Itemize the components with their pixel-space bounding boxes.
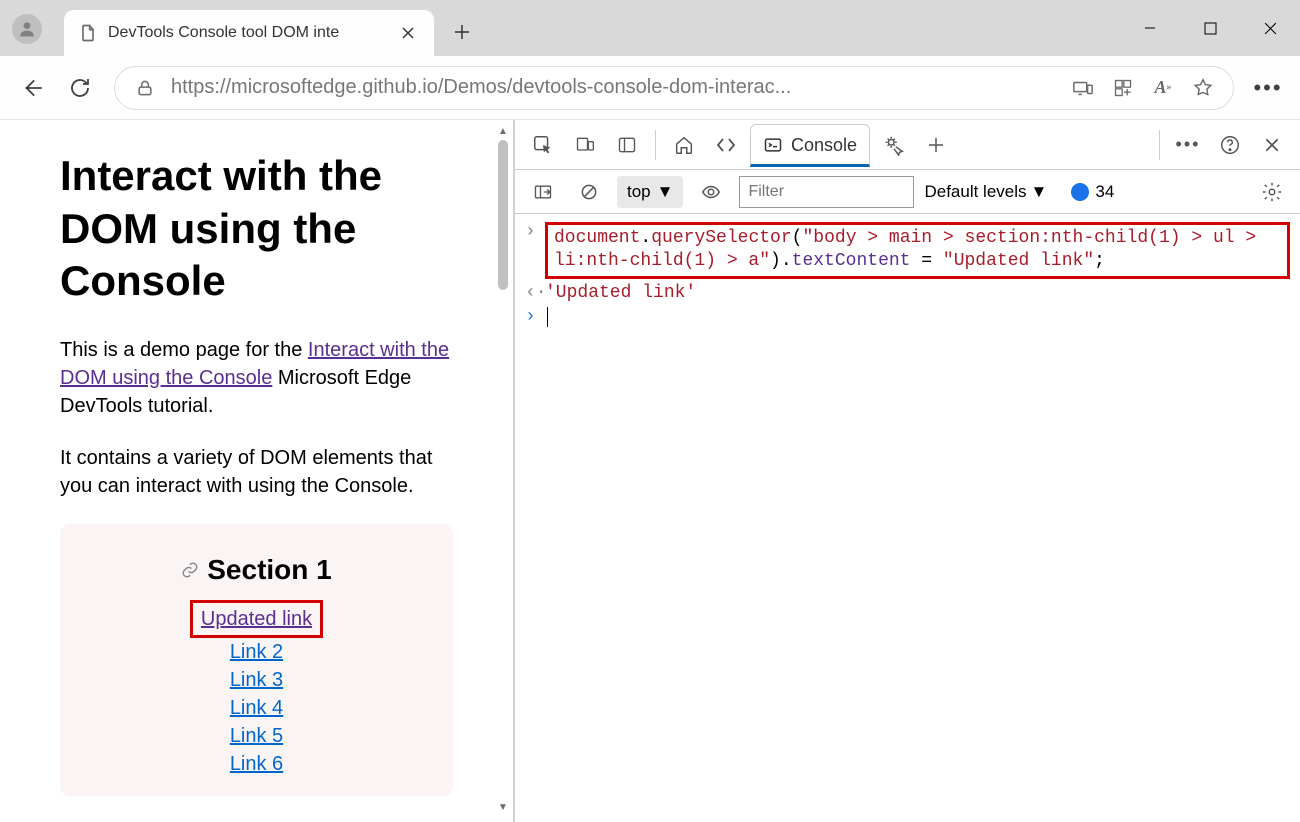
scroll-thumb[interactable] bbox=[498, 140, 508, 290]
page-heading: Interact with the DOM using the Console bbox=[60, 150, 453, 308]
text-cursor bbox=[547, 307, 548, 327]
more-button[interactable]: ••• bbox=[1254, 74, 1282, 102]
devtools-more-button[interactable]: ••• bbox=[1170, 127, 1206, 163]
clear-console-button[interactable] bbox=[571, 174, 607, 210]
log-levels-selector[interactable]: Default levels ▼ bbox=[924, 182, 1047, 202]
console-tab[interactable]: Console bbox=[750, 124, 870, 167]
page-icon bbox=[78, 23, 98, 43]
section-link-6[interactable]: Link 6 bbox=[230, 753, 283, 775]
section-link-5[interactable]: Link 5 bbox=[230, 725, 283, 747]
sources-tab[interactable] bbox=[876, 127, 912, 163]
console-settings-button[interactable] bbox=[1254, 174, 1290, 210]
toggle-sidebar-button[interactable] bbox=[525, 174, 561, 210]
dock-side-button[interactable] bbox=[609, 127, 645, 163]
device-emulation-button[interactable] bbox=[567, 127, 603, 163]
description-paragraph: It contains a variety of DOM elements th… bbox=[60, 444, 453, 500]
tab-close-button[interactable] bbox=[396, 21, 420, 45]
intro-paragraph: This is a demo page for the Interact wit… bbox=[60, 336, 453, 420]
window-minimize-button[interactable] bbox=[1120, 0, 1180, 56]
devtools-close-button[interactable] bbox=[1254, 127, 1290, 163]
section-link-1[interactable]: Updated link bbox=[201, 608, 312, 630]
console-prompt[interactable]: › bbox=[525, 305, 1290, 329]
prompt-chevron-icon: › bbox=[525, 307, 537, 327]
message-count[interactable]: 34 bbox=[1071, 182, 1114, 202]
lock-icon bbox=[131, 74, 159, 102]
section-heading: Section 1 bbox=[181, 554, 331, 586]
more-tabs-button[interactable] bbox=[918, 127, 954, 163]
scroll-up-icon[interactable]: ▲ bbox=[495, 126, 511, 140]
profile-avatar[interactable] bbox=[12, 14, 42, 44]
collections-icon[interactable] bbox=[1109, 74, 1137, 102]
console-output-row: ‹· 'Updated link' bbox=[525, 281, 1290, 305]
console-command: document.querySelector("body > main > se… bbox=[545, 222, 1290, 279]
address-bar[interactable]: https://microsoftedge.github.io/Demos/de… bbox=[114, 66, 1234, 110]
console-input-row: › document.querySelector("body > main > … bbox=[525, 220, 1290, 281]
window-maximize-button[interactable] bbox=[1180, 0, 1240, 56]
device-icon[interactable] bbox=[1069, 74, 1097, 102]
context-selector[interactable]: top ▼ bbox=[617, 176, 683, 208]
chevron-down-icon: ▼ bbox=[657, 182, 674, 202]
refresh-button[interactable] bbox=[66, 74, 94, 102]
chevron-down-icon: ▼ bbox=[1031, 182, 1048, 202]
console-filter-input[interactable] bbox=[739, 176, 914, 208]
welcome-tab[interactable] bbox=[666, 127, 702, 163]
section-link-4[interactable]: Link 4 bbox=[230, 697, 283, 719]
scroll-down-icon[interactable]: ▼ bbox=[495, 802, 511, 816]
back-button[interactable] bbox=[18, 74, 46, 102]
live-expression-button[interactable] bbox=[693, 174, 729, 210]
section-card: Section 1 Updated link Link 2 Link 3 Lin… bbox=[60, 524, 453, 796]
devtools-help-button[interactable] bbox=[1212, 127, 1248, 163]
link-icon bbox=[181, 561, 199, 579]
page-scrollbar[interactable]: ▲ ▼ bbox=[495, 126, 511, 816]
new-tab-button[interactable] bbox=[442, 12, 482, 52]
section-link-3[interactable]: Link 3 bbox=[230, 669, 283, 691]
url-text: https://microsoftedge.github.io/Demos/de… bbox=[171, 76, 1057, 99]
info-dot-icon bbox=[1071, 183, 1089, 201]
section-link-2[interactable]: Link 2 bbox=[230, 641, 283, 663]
inspect-element-button[interactable] bbox=[525, 127, 561, 163]
tab-title: DevTools Console tool DOM inte bbox=[108, 24, 386, 42]
favorite-icon[interactable] bbox=[1189, 74, 1217, 102]
input-chevron-icon: › bbox=[525, 222, 537, 242]
console-result: 'Updated link' bbox=[545, 283, 696, 303]
output-chevron-icon: ‹· bbox=[525, 283, 537, 303]
browser-tab[interactable]: DevTools Console tool DOM inte bbox=[64, 10, 434, 56]
elements-tab[interactable] bbox=[708, 127, 744, 163]
read-aloud-icon[interactable]: A» bbox=[1149, 74, 1177, 102]
window-close-button[interactable] bbox=[1240, 0, 1300, 56]
